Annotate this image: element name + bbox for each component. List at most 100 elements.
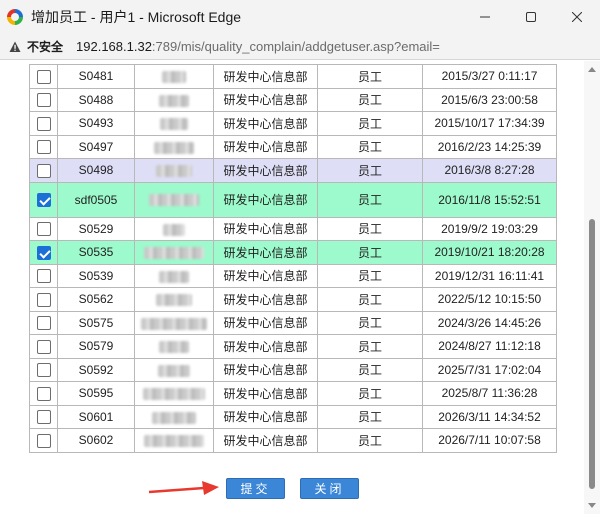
role-cell: 员工	[317, 357, 423, 382]
department-cell: 研发中心信息部	[213, 111, 318, 136]
row-checkbox[interactable]	[36, 316, 51, 331]
user-id-cell: S0595	[57, 381, 135, 406]
name-cell-redacted	[134, 357, 214, 382]
row-checkbox[interactable]	[36, 116, 51, 131]
minimize-button[interactable]	[462, 0, 508, 34]
date-cell: 2015/3/27 0:11:17	[422, 64, 557, 89]
page-viewport: S0481 研发中心信息部 员工 2015/3/27 0:11:17 S0488 研发中心…	[0, 61, 600, 514]
form-actions: 提交 关闭	[0, 476, 584, 504]
role-cell: 员工	[317, 287, 423, 312]
user-table: S0481 研发中心信息部 员工 2015/3/27 0:11:17 S0488 研发中心…	[29, 64, 557, 453]
warning-icon[interactable]	[9, 41, 21, 53]
select-cell	[29, 404, 58, 429]
select-cell	[29, 263, 58, 288]
table-row[interactable]: S0601 研发中心信息部 员工 2026/3/11 14:34:52	[29, 404, 557, 429]
select-cell	[29, 240, 58, 265]
name-cell-redacted	[134, 87, 214, 112]
select-cell	[29, 181, 58, 218]
row-checkbox[interactable]	[36, 410, 51, 425]
table-row[interactable]: S0497 研发中心信息部 员工 2016/2/23 14:25:39	[29, 134, 557, 159]
department-cell: 研发中心信息部	[213, 287, 318, 312]
security-label[interactable]: 不安全	[27, 38, 63, 55]
close-window-button[interactable]	[554, 0, 600, 34]
role-cell: 员工	[317, 111, 423, 136]
role-cell: 员工	[317, 134, 423, 159]
select-cell	[29, 357, 58, 382]
department-cell: 研发中心信息部	[213, 158, 318, 183]
url-text[interactable]: 192.168.1.32:789/mis/quality_complain/ad…	[76, 39, 440, 54]
table-row[interactable]: S0535 研发中心信息部 员工 2019/10/21 18:20:28	[29, 240, 557, 265]
date-cell: 2022/5/12 10:15:50	[422, 287, 557, 312]
submit-button[interactable]: 提交	[226, 478, 285, 499]
user-id-cell: S0562	[57, 287, 135, 312]
row-checkbox[interactable]	[36, 93, 51, 108]
table-row[interactable]: sdf0505 研发中心信息部 员工 2016/11/8 15:52:51	[29, 181, 557, 218]
department-cell: 研发中心信息部	[213, 64, 318, 89]
table-row[interactable]: S0602 研发中心信息部 员工 2026/7/11 10:07:58	[29, 428, 557, 453]
select-cell	[29, 87, 58, 112]
row-checkbox[interactable]	[36, 292, 51, 307]
table-row[interactable]: S0579 研发中心信息部 员工 2024/8/27 11:12:18	[29, 334, 557, 359]
date-cell: 2016/3/8 8:27:28	[422, 158, 557, 183]
table-row[interactable]: S0539 研发中心信息部 员工 2019/12/31 16:11:41	[29, 263, 557, 288]
redacted-name	[159, 270, 189, 283]
department-cell: 研发中心信息部	[213, 310, 318, 335]
user-id-cell: S0602	[57, 428, 135, 453]
role-cell: 员工	[317, 381, 423, 406]
scroll-down-icon[interactable]	[588, 503, 596, 508]
table-row[interactable]: S0488 研发中心信息部 员工 2015/6/3 23:00:58	[29, 87, 557, 112]
table-row[interactable]: S0562 研发中心信息部 员工 2022/5/12 10:15:50	[29, 287, 557, 312]
row-checkbox[interactable]	[36, 222, 51, 237]
role-cell: 员工	[317, 240, 423, 265]
user-id-cell: S0529	[57, 216, 135, 241]
user-id-cell: S0592	[57, 357, 135, 382]
user-id-cell: S0493	[57, 111, 135, 136]
name-cell-redacted	[134, 381, 214, 406]
close-icon	[572, 12, 582, 22]
user-id-cell: S0498	[57, 158, 135, 183]
redacted-name	[162, 71, 186, 84]
scrollbar-thumb[interactable]	[589, 219, 595, 489]
redacted-name	[160, 118, 188, 131]
role-cell: 员工	[317, 263, 423, 288]
row-checkbox[interactable]	[36, 363, 51, 378]
address-bar[interactable]: 不安全 192.168.1.32:789/mis/quality_complai…	[0, 34, 600, 60]
row-checkbox[interactable]	[36, 269, 51, 284]
table-row[interactable]: S0592 研发中心信息部 员工 2025/7/31 17:02:04	[29, 357, 557, 382]
row-checkbox[interactable]	[36, 245, 51, 260]
table-row[interactable]: S0498 研发中心信息部 员工 2016/3/8 8:27:28	[29, 158, 557, 183]
title-bar: 增加员工 - 用户1 - Microsoft Edge	[0, 0, 600, 34]
row-checkbox[interactable]	[36, 433, 51, 448]
select-cell	[29, 334, 58, 359]
role-cell: 员工	[317, 64, 423, 89]
row-checkbox[interactable]	[36, 386, 51, 401]
row-checkbox[interactable]	[36, 339, 51, 354]
user-id-cell: S0575	[57, 310, 135, 335]
table-row[interactable]: S0481 研发中心信息部 员工 2015/3/27 0:11:17	[29, 64, 557, 89]
role-cell: 员工	[317, 310, 423, 335]
maximize-button[interactable]	[508, 0, 554, 34]
redacted-name	[159, 341, 189, 354]
name-cell-redacted	[134, 181, 214, 218]
department-cell: 研发中心信息部	[213, 134, 318, 159]
name-cell-redacted	[134, 310, 214, 335]
url-host: 192.168.1.32	[76, 39, 152, 54]
department-cell: 研发中心信息部	[213, 428, 318, 453]
table-row[interactable]: S0529 研发中心信息部 员工 2019/9/2 19:03:29	[29, 216, 557, 241]
user-id-cell: S0579	[57, 334, 135, 359]
scroll-up-icon[interactable]	[588, 67, 596, 72]
row-checkbox[interactable]	[36, 192, 51, 207]
table-row[interactable]: S0493 研发中心信息部 员工 2015/10/17 17:34:39	[29, 111, 557, 136]
close-button[interactable]: 关闭	[300, 478, 359, 499]
row-checkbox[interactable]	[36, 163, 51, 178]
department-cell: 研发中心信息部	[213, 263, 318, 288]
name-cell-redacted	[134, 404, 214, 429]
table-row[interactable]: S0595 研发中心信息部 员工 2025/8/7 11:36:28	[29, 381, 557, 406]
url-path: :789/mis/quality_complain/addgetuser.asp…	[151, 39, 440, 54]
row-checkbox[interactable]	[36, 140, 51, 155]
row-checkbox[interactable]	[36, 69, 51, 84]
vertical-scrollbar[interactable]	[584, 61, 600, 514]
table-row[interactable]: S0575 研发中心信息部 员工 2024/3/26 14:45:26	[29, 310, 557, 335]
maximize-icon	[526, 12, 536, 22]
date-cell: 2016/11/8 15:52:51	[422, 181, 557, 218]
